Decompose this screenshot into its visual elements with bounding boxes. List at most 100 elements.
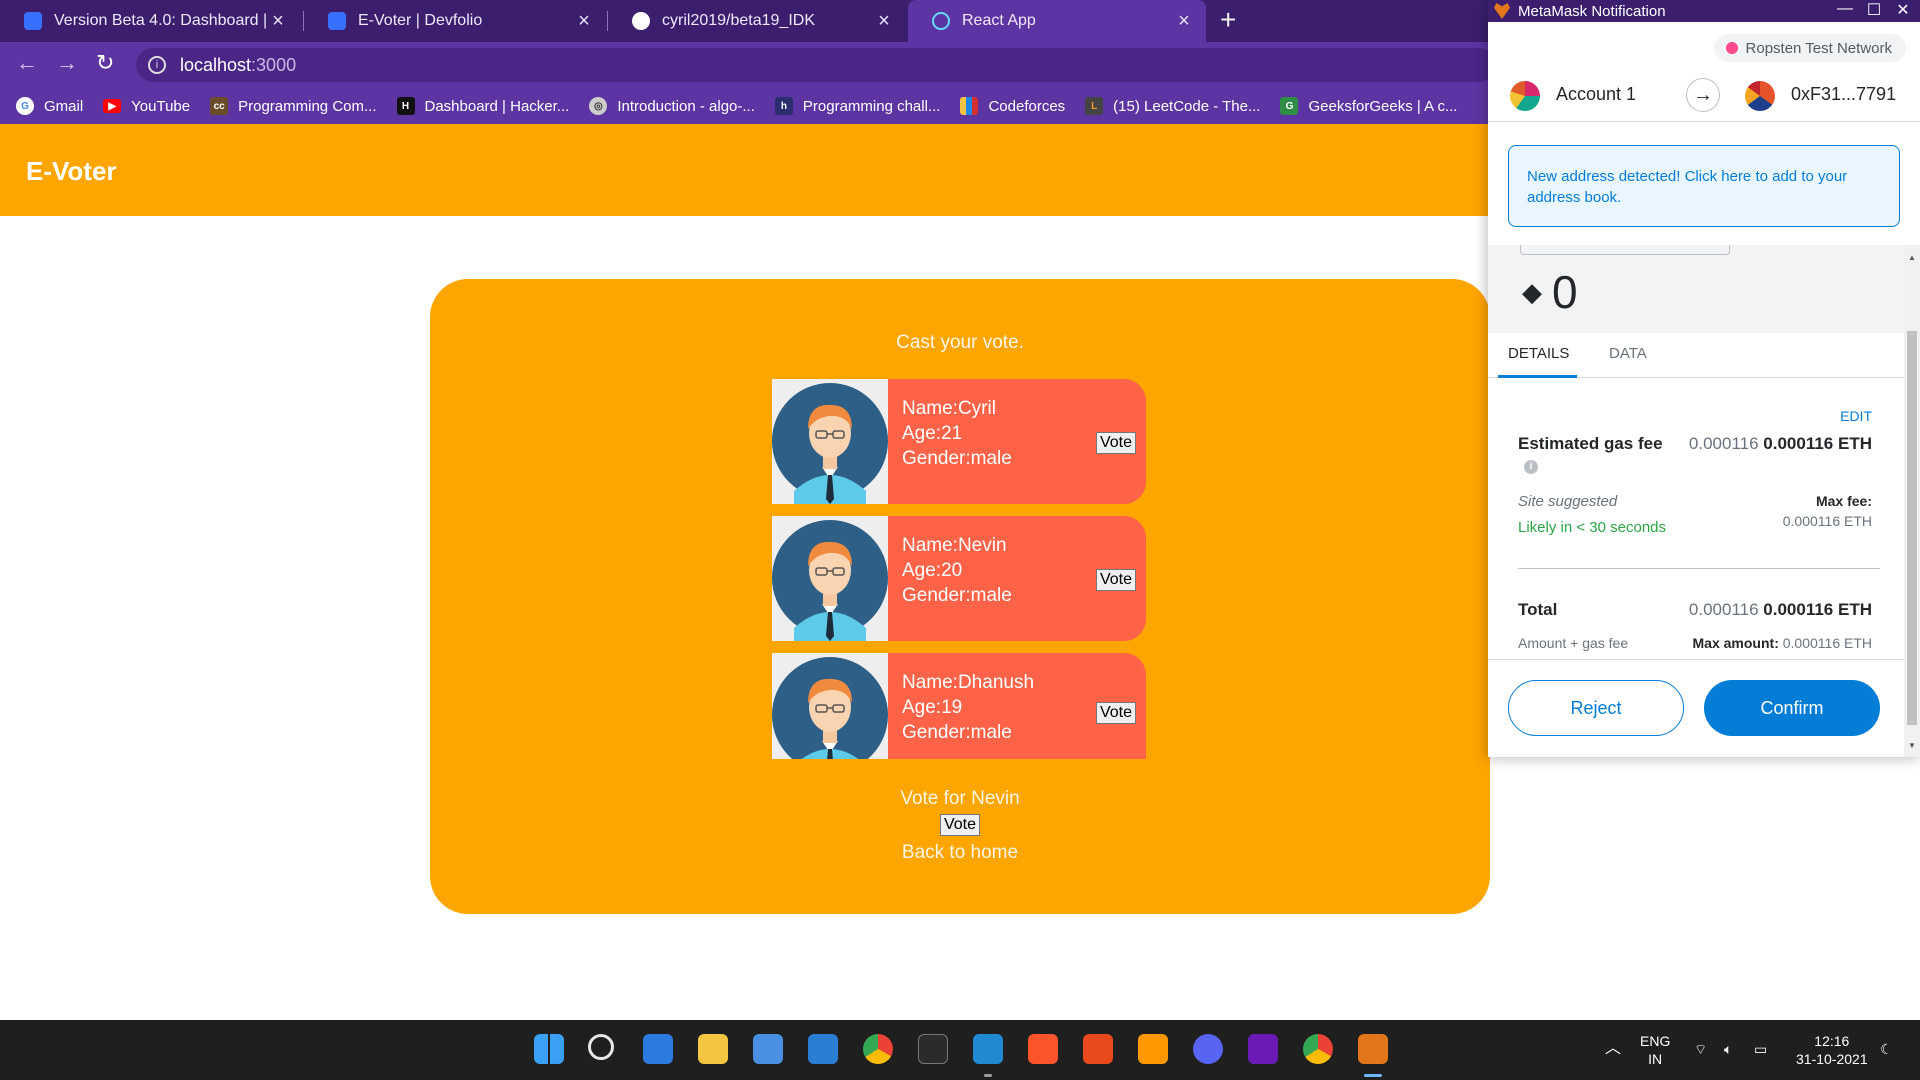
info-icon[interactable]: i	[1524, 460, 1538, 474]
wifi-icon[interactable]: ⌔	[1694, 1040, 1707, 1058]
reject-button[interactable]: Reject	[1508, 680, 1684, 736]
detail-tabs: DETAILS DATA	[1488, 333, 1904, 378]
battery-icon[interactable]: ▭	[1754, 1040, 1767, 1058]
submit-vote-button[interactable]: Vote	[939, 814, 981, 836]
account-identicon	[1510, 81, 1540, 111]
maximize-icon[interactable]: ☐	[1859, 0, 1889, 20]
bookmark-hackerearth[interactable]: h Programming chall...	[774, 97, 941, 115]
close-icon[interactable]: ×	[574, 10, 594, 33]
candidate-name: Name:Dhanush	[902, 672, 1035, 693]
candidate-gender: Gender:male	[902, 448, 1012, 469]
candidate-name: Name:Cyril	[902, 398, 996, 419]
bookmark-youtube[interactable]: ▶ YouTube	[103, 98, 190, 115]
chrome-icon[interactable]	[863, 1034, 893, 1064]
brand-title: E-Voter	[26, 156, 117, 186]
running-indicator	[984, 1074, 992, 1077]
back-to-home-link[interactable]: Back to home	[430, 842, 1490, 864]
mail-icon[interactable]	[808, 1034, 838, 1064]
metamask-icon[interactable]	[1358, 1034, 1388, 1064]
scrollbar[interactable]: ▲ ▼	[1904, 245, 1920, 757]
confirm-button[interactable]: Confirm	[1704, 680, 1880, 736]
candidate-name: Name:Nevin	[902, 535, 1007, 556]
vote-dhanush-button[interactable]: Vote	[1095, 702, 1136, 724]
new-address-alert[interactable]: New address detected! Click here to add …	[1508, 145, 1900, 227]
tab-dashboard[interactable]: Version Beta 4.0: Dashboard | De ×	[0, 0, 300, 42]
amazon-music-icon[interactable]	[1248, 1034, 1278, 1064]
language-indicator[interactable]: ENG IN	[1640, 1032, 1670, 1068]
divider	[1518, 568, 1880, 569]
focus-assist-icon[interactable]: ☾	[1880, 1040, 1893, 1058]
url-input[interactable]: i localhost:3000	[136, 48, 1496, 82]
close-icon[interactable]: ×	[1174, 10, 1194, 33]
tab-details[interactable]: DETAILS	[1508, 345, 1569, 362]
vote-cyril-button[interactable]: Vote	[1095, 432, 1136, 454]
sublime-icon[interactable]	[1138, 1034, 1168, 1064]
task-view-icon[interactable]	[643, 1034, 673, 1064]
scroll-up-icon[interactable]: ▲	[1908, 253, 1916, 262]
account-name[interactable]: Account 1	[1556, 84, 1636, 105]
tab-github[interactable]: cyril2019/beta19_IDK ×	[608, 0, 906, 42]
bookmark-algo[interactable]: ◎ Introduction - algo-...	[589, 97, 755, 115]
scroll-down-icon[interactable]: ▼	[1908, 741, 1916, 750]
avatar	[772, 379, 888, 504]
recipient-address[interactable]: 0xF31...7791	[1791, 84, 1896, 105]
bookmark-gmail[interactable]: G Gmail	[16, 97, 83, 115]
back-arrow-icon[interactable]: ←	[16, 50, 38, 76]
chrome-dev-icon[interactable]	[1303, 1034, 1333, 1064]
bookmark-leetcode[interactable]: L (15) LeetCode - The...	[1085, 97, 1260, 115]
max-amount-value: 0.000116 ETH	[1782, 635, 1872, 651]
chevron-up-icon[interactable]: ︿	[1605, 1040, 1621, 1058]
avatar	[772, 516, 888, 641]
tab-evoter-devfolio[interactable]: E-Voter | Devfolio ×	[304, 0, 606, 42]
submit-vote-wrapper: Vote	[430, 814, 1490, 836]
tab-title: E-Voter | Devfolio	[358, 12, 483, 29]
vote-panel: Cast your vote. Name:Cyril Age:21 Gender…	[430, 279, 1490, 914]
bookmark-codeforces[interactable]: Codeforces	[960, 97, 1065, 115]
terminal-icon[interactable]	[918, 1034, 948, 1064]
businessman-avatar-icon	[772, 379, 888, 504]
close-icon[interactable]: ×	[268, 10, 288, 33]
bookmark-gfg[interactable]: G GeeksforGeeks | A c...	[1280, 97, 1457, 115]
search-icon[interactable]	[588, 1034, 614, 1060]
start-icon[interactable]	[534, 1034, 564, 1064]
discord-icon[interactable]	[1193, 1034, 1223, 1064]
total-label: Total	[1518, 600, 1558, 619]
vscode-icon[interactable]	[973, 1034, 1003, 1064]
tab-data[interactable]: DATA	[1609, 345, 1647, 362]
vote-nevin-button[interactable]: Vote	[1095, 569, 1136, 591]
bookmark-label: GeeksforGeeks | A c...	[1308, 97, 1458, 115]
store-icon[interactable]	[753, 1034, 783, 1064]
tab-react-app[interactable]: React App ×	[908, 0, 1206, 42]
site-suggested-label: Site suggested	[1518, 493, 1618, 510]
businessman-avatar-icon	[772, 653, 888, 759]
time-estimate: Likely in < 30 seconds	[1518, 519, 1667, 536]
gfg-icon: G	[1280, 97, 1299, 115]
volume-icon[interactable]: 🔈︎	[1724, 1040, 1732, 1058]
reload-icon[interactable]: ↻	[96, 50, 114, 76]
candidate-age: Age:20	[902, 560, 963, 581]
minimize-icon[interactable]: —	[1830, 0, 1860, 18]
close-icon[interactable]: ×	[874, 10, 894, 33]
info-icon[interactable]: i	[148, 56, 166, 74]
bookmark-label: Programming chall...	[802, 97, 941, 115]
transaction-amount: 0	[1552, 266, 1578, 318]
tab-title: cyril2019/beta19_IDK	[662, 12, 815, 29]
scrollbar-thumb[interactable]	[1907, 331, 1917, 725]
brave-icon[interactable]	[1028, 1034, 1058, 1064]
new-tab-icon[interactable]: +	[1220, 4, 1236, 36]
close-window-icon[interactable]: ✕	[1888, 0, 1918, 20]
file-explorer-icon[interactable]	[698, 1034, 728, 1064]
bookmark-hackerrank[interactable]: H Dashboard | Hacker...	[396, 97, 569, 115]
edit-gas-link[interactable]: EDIT	[1840, 408, 1872, 424]
network-selector[interactable]: Ropsten Test Network	[1713, 34, 1906, 62]
method-pill-outline	[1520, 245, 1730, 255]
codechef-icon: cc	[210, 97, 229, 115]
metamask-popup: MetaMask Notification — ☐ ✕ Ropsten Test…	[1488, 0, 1920, 757]
url-host: localhost	[180, 54, 252, 75]
forward-arrow-icon[interactable]: →	[56, 50, 78, 76]
max-fee-label: Max fee:	[1815, 493, 1872, 509]
office-icon[interactable]	[1083, 1034, 1113, 1064]
bookmark-codechef[interactable]: cc Programming Com...	[210, 97, 377, 115]
clock[interactable]: 12:16 31-10-2021	[1796, 1032, 1868, 1068]
arrow-right-icon: →	[1686, 78, 1720, 112]
